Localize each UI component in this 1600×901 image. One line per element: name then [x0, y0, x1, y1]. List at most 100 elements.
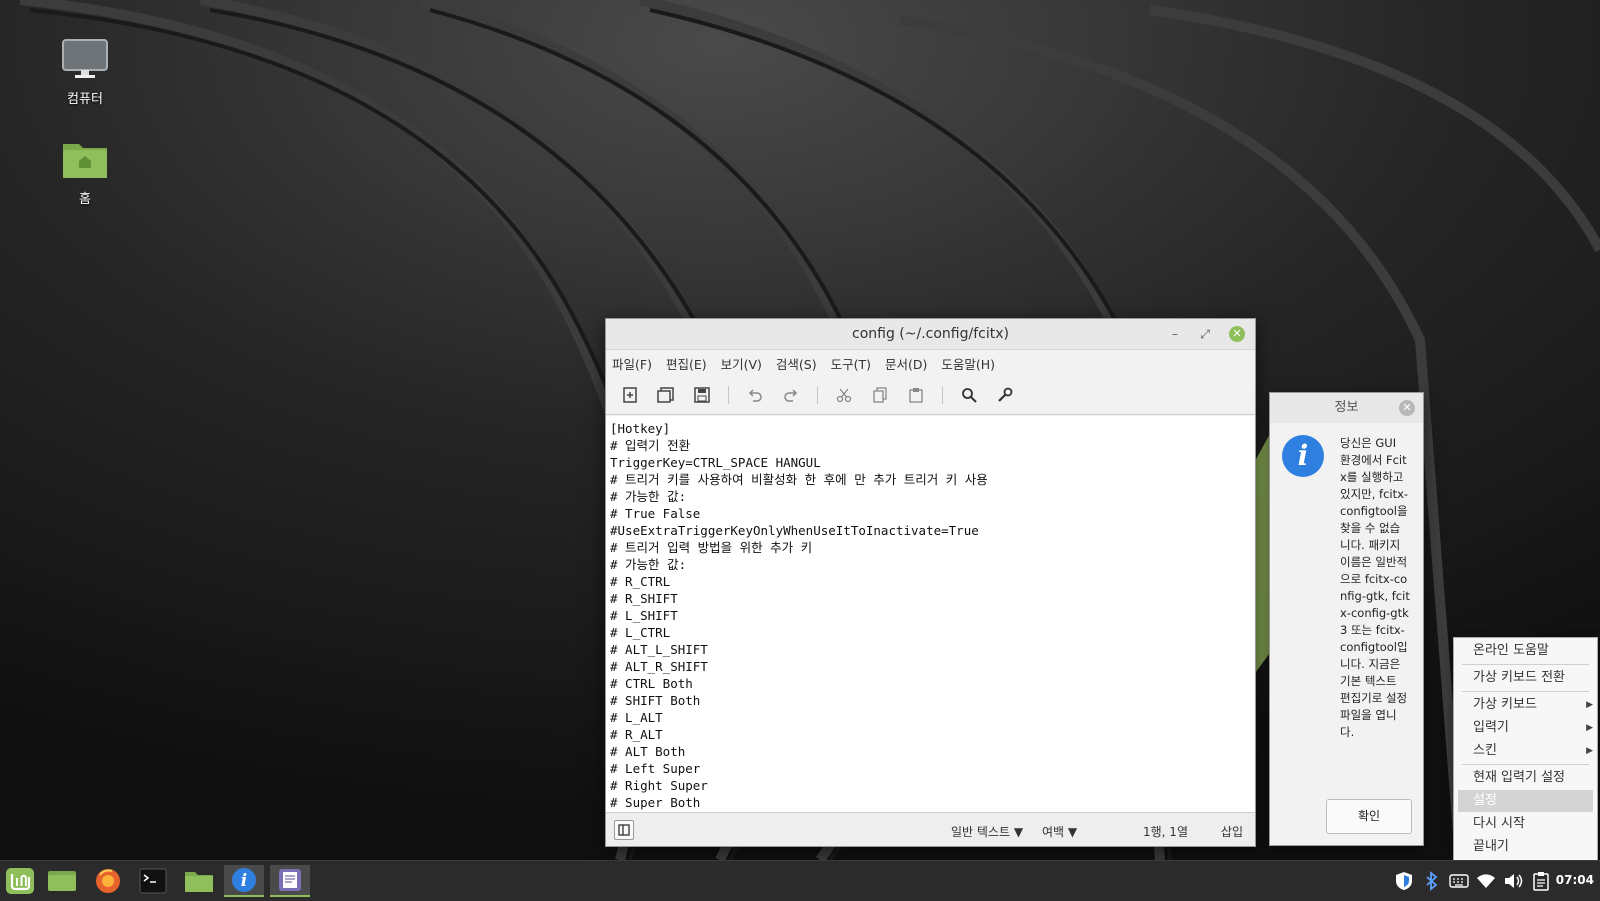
- tab-width-selector[interactable]: 여백 ▼: [1042, 823, 1077, 840]
- text-editor-icon: [279, 869, 301, 891]
- text-line: # ALT_L_SHIFT: [610, 642, 708, 657]
- computer-icon: [62, 39, 108, 78]
- text-area[interactable]: [Hotkey] # 입력기 전환 TriggerKey=CTRL_SPACE HA…: [606, 416, 1255, 813]
- undo-button[interactable]: [741, 381, 769, 409]
- minimize-button[interactable]: –: [1167, 326, 1183, 342]
- clock[interactable]: 07:04: [1556, 873, 1594, 887]
- desktop-icon-label: 컴퓨터: [67, 92, 103, 107]
- menu-item-label: 스킨: [1473, 743, 1497, 758]
- text-line: # 가능한 값:: [610, 557, 687, 572]
- menu-item-label: 현재 입력기 설정: [1473, 770, 1565, 785]
- window-titlebar[interactable]: config (~/.config/fcitx) – ⤢ ✕: [606, 319, 1255, 350]
- tools-button[interactable]: [991, 381, 1019, 409]
- desktop-icon-computer[interactable]: 컴퓨터: [40, 38, 130, 107]
- menu-item-skin[interactable]: 스킨 ▶: [1454, 740, 1597, 762]
- menu-item-online-help[interactable]: 온라인 도움말: [1454, 640, 1597, 662]
- insert-mode[interactable]: 삽입: [1221, 823, 1243, 840]
- text-editor-window: config (~/.config/fcitx) – ⤢ ✕ 파일(F) 편집(…: [605, 318, 1256, 847]
- menu-edit[interactable]: 편집(E): [666, 354, 707, 373]
- paste-button[interactable]: [902, 381, 930, 409]
- redo-button[interactable]: [777, 381, 805, 409]
- terminal-icon: [139, 868, 167, 894]
- text-line: # Right Super: [610, 778, 708, 793]
- firefox-button[interactable]: [88, 865, 128, 897]
- toolbar-separator: [817, 386, 818, 404]
- text-line: # 입력기 전환: [610, 438, 691, 453]
- show-desktop-button[interactable]: [42, 865, 82, 897]
- menu-file[interactable]: 파일(F): [612, 354, 652, 373]
- open-document-button[interactable]: [652, 381, 680, 409]
- menu-item-virtual-keyboard[interactable]: 가상 키보드 ▶: [1454, 694, 1597, 716]
- save-button[interactable]: [688, 381, 716, 409]
- info-icon: i: [232, 868, 256, 892]
- mint-menu-icon: [6, 868, 34, 894]
- status-bar: 일반 텍스트 ▼ 여백 ▼ 1행, 1열 삽입: [606, 812, 1255, 846]
- side-panel-toggle[interactable]: [614, 820, 634, 840]
- ok-button[interactable]: 확인: [1326, 799, 1412, 834]
- desktop-icon-label: 홈: [79, 192, 91, 207]
- menu-help[interactable]: 도움말(H): [941, 354, 995, 373]
- menu-item-restart[interactable]: 다시 시작: [1454, 813, 1597, 835]
- close-button[interactable]: ✕: [1229, 326, 1245, 342]
- wifi-icon: [1477, 874, 1495, 888]
- dialog-titlebar[interactable]: 정보 ✕: [1270, 393, 1423, 423]
- text-line: # 트리거 입력 방법을 위한 추가 키: [610, 540, 813, 555]
- dialog-message: 당신은 GUI 환경에서 Fcitx를 실행하고 있지만, fcitx-conf…: [1340, 436, 1410, 739]
- menu-view[interactable]: 보기(V): [721, 354, 762, 373]
- tray-volume[interactable]: [1503, 871, 1523, 891]
- taskbar: i 07:04: [0, 860, 1600, 901]
- fcitx-context-menu: 온라인 도움말 가상 키보드 전환 가상 키보드 ▶ 입력기 ▶ 스킨 ▶ 현재 입력…: [1453, 637, 1598, 862]
- info-dialog-taskbar-button[interactable]: i: [224, 865, 264, 897]
- menu-documents[interactable]: 문서(D): [885, 354, 927, 373]
- text-line: # Super Both: [610, 795, 701, 810]
- text-line: # ALT Both: [610, 744, 686, 759]
- text-line: # CTRL Both: [610, 676, 693, 691]
- show-desktop-icon: [48, 871, 76, 891]
- menu-item-toggle-virtual-keyboard[interactable]: 가상 키보드 전환: [1454, 667, 1597, 689]
- info-icon: i: [1282, 435, 1324, 477]
- menu-item-current-im-config[interactable]: 현재 입력기 설정: [1454, 767, 1597, 789]
- text-line: # ALT_R_SHIFT: [610, 659, 708, 674]
- menu-item-input-method[interactable]: 입력기 ▶: [1454, 717, 1597, 739]
- tray-shield[interactable]: [1394, 871, 1414, 891]
- menu-item-label: 가상 키보드: [1473, 697, 1537, 712]
- tray-wifi[interactable]: [1476, 871, 1496, 891]
- text-editor-taskbar-button[interactable]: [270, 865, 310, 897]
- text-line: # L_SHIFT: [610, 608, 678, 623]
- redo-icon: [784, 389, 798, 402]
- text-line: TriggerKey=CTRL_SPACE HANGUL: [610, 455, 821, 470]
- copy-button[interactable]: [866, 381, 894, 409]
- files-button[interactable]: [179, 865, 219, 897]
- menu-separator: [1462, 664, 1589, 665]
- text-line: # L_ALT: [610, 710, 663, 725]
- keyboard-icon: [1449, 874, 1469, 888]
- svg-text:i: i: [241, 871, 247, 891]
- cut-button[interactable]: [830, 381, 858, 409]
- info-dialog: 정보 ✕ i 당신은 GUI 환경에서 Fcitx를 실행하고 있지만, fci…: [1269, 392, 1424, 846]
- text-line: #UseExtraTriggerKeyOnlyWhenUseItToInacti…: [610, 523, 979, 538]
- mint-menu-button[interactable]: [0, 865, 40, 897]
- terminal-button[interactable]: [133, 865, 173, 897]
- toolbar-separator: [942, 386, 943, 404]
- shield-icon: [1396, 872, 1412, 890]
- maximize-button[interactable]: ⤢: [1197, 326, 1213, 342]
- dropdown-arrow-icon: ▼: [1067, 825, 1078, 839]
- menu-separator: [1462, 691, 1589, 692]
- menu-item-exit[interactable]: 끝내기: [1454, 836, 1597, 858]
- syntax-label: 일반 텍스트: [951, 825, 1011, 839]
- dialog-close-button[interactable]: ✕: [1399, 400, 1415, 416]
- toolbar-separator: [728, 386, 729, 404]
- text-line: # R_SHIFT: [610, 591, 678, 606]
- menu-tools[interactable]: 도구(T): [831, 354, 871, 373]
- tray-clipboard[interactable]: [1531, 871, 1551, 891]
- tray-bluetooth[interactable]: [1422, 871, 1442, 891]
- search-button[interactable]: [955, 381, 983, 409]
- menu-search[interactable]: 검색(S): [776, 354, 817, 373]
- tray-keyboard[interactable]: [1449, 871, 1469, 891]
- desktop-icon-home[interactable]: 홈: [40, 138, 130, 207]
- text-line: # True False: [610, 506, 701, 521]
- menu-item-configure[interactable]: 설정: [1458, 790, 1593, 812]
- new-document-button[interactable]: [616, 381, 644, 409]
- syntax-selector[interactable]: 일반 텍스트 ▼: [951, 823, 1023, 840]
- text-line: # Left Super: [610, 761, 701, 776]
